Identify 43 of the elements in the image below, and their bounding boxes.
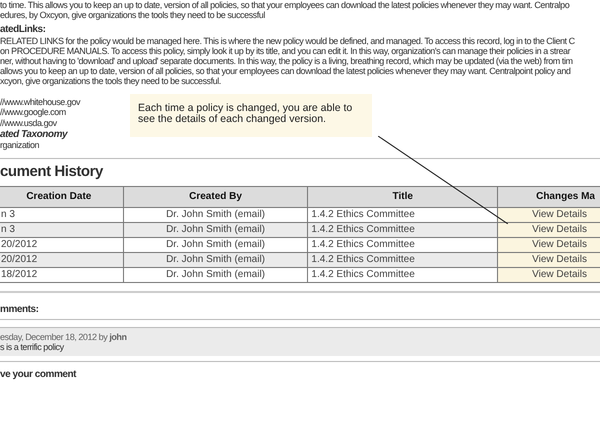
table-cell: 1.4.2 Ethics Committee bbox=[308, 252, 498, 268]
table-cell: 1.4.2 Ethics Committee bbox=[308, 222, 498, 238]
comment-text: s is a terrific policy bbox=[0, 342, 64, 352]
paragraph-line: allows you to keep an up to date, version of all policies, so that your employees can download the latest policies whenever they may want. Centralpoint policy and bbox=[0, 66, 570, 76]
paragraph-line: edures, by Oxcyon, give organizations the tools they need to be successful bbox=[0, 10, 265, 20]
paragraph-line: on PROCEDURE MANUALS. To access this policy, simply look it up by its title, and you can edit it. In this way, organization's can manage their policies in a strear bbox=[0, 46, 570, 56]
view-details-link[interactable]: View Details bbox=[498, 252, 600, 268]
comment-meta: esday, December 18, 2012 by john bbox=[0, 332, 127, 342]
taxonomy-value: rganization bbox=[0, 140, 40, 151]
section-heading: atedLinks: bbox=[0, 25, 46, 36]
paragraph-line: RELATED LINKS for the policy would be managed here. This is where the new policy would be defined, and managed. To access this record, log in to the Client C bbox=[0, 36, 575, 46]
table-cell: 1.4.2 Ethics Committee bbox=[308, 267, 498, 282]
table-cell: Dr. John Smith (email) bbox=[123, 207, 308, 222]
section-title: cument History bbox=[0, 166, 103, 177]
callout-note: Each time a policy is changed, you are able to see the details of each changed version. bbox=[130, 94, 372, 137]
column-header: Title bbox=[308, 186, 498, 208]
view-details-link[interactable]: View Details bbox=[498, 267, 600, 282]
table-cell: n 3 bbox=[0, 207, 124, 222]
url-link[interactable]: //www.google.com bbox=[0, 107, 66, 118]
section-heading: mments: bbox=[0, 304, 39, 315]
view-details-link[interactable]: View Details bbox=[498, 237, 600, 252]
table-cell: Dr. John Smith (email) bbox=[123, 237, 308, 252]
table-cell: 1.4.2 Ethics Committee bbox=[308, 207, 498, 222]
table-cell: Dr. John Smith (email) bbox=[123, 267, 308, 282]
table-cell: 18/2012 bbox=[0, 267, 124, 282]
section-heading: ated Taxonomy bbox=[0, 130, 68, 140]
column-header: Creation Date bbox=[0, 186, 124, 208]
column-header: Changes Ma bbox=[498, 186, 600, 208]
paragraph-line: to time. This allows you to keep an up to date, version of all policies, so that your employees can download the latest policies whenever they may want. Centralpo bbox=[0, 0, 570, 10]
view-details-link[interactable]: View Details bbox=[498, 222, 600, 238]
table-cell: 1.4.2 Ethics Committee bbox=[308, 237, 498, 252]
column-header: Created By bbox=[123, 186, 308, 208]
view-details-link[interactable]: View Details bbox=[498, 207, 600, 222]
section-heading: ve your comment bbox=[0, 370, 76, 381]
table-cell: Dr. John Smith (email) bbox=[123, 222, 308, 238]
table-cell: Dr. John Smith (email) bbox=[123, 252, 308, 268]
url-link[interactable]: //www.whitehouse.gov bbox=[0, 96, 80, 108]
table-cell: 20/2012 bbox=[0, 252, 124, 268]
table-cell: n 3 bbox=[0, 222, 124, 238]
paragraph-line: ner, without having to 'download' and upload' separate documents. In this way, the policy is a living, breathing record, which may be updated (via the web) from tim bbox=[0, 56, 573, 66]
table-cell: 20/2012 bbox=[0, 237, 124, 252]
paragraph-line: xcyon, give organizations the tools they need to be successful. bbox=[0, 76, 221, 87]
url-link[interactable]: //www.usda.gov bbox=[0, 118, 57, 128]
